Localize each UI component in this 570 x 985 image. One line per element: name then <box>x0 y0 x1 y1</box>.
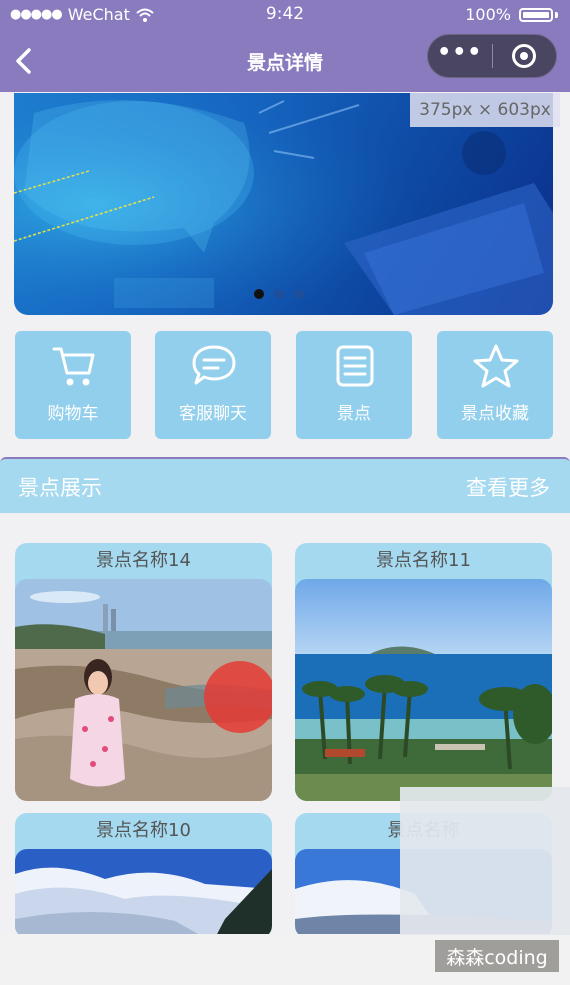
menu-label: 客服聊天 <box>179 404 247 424</box>
battery-tip <box>555 11 558 18</box>
navigation-bar: 景点详情 ••• <box>0 30 570 92</box>
spot-name: 景点名称11 <box>376 550 471 571</box>
menu-item-spots[interactable]: 景点 <box>296 331 412 439</box>
spot-photo <box>15 849 272 938</box>
spot-image <box>15 579 272 801</box>
close-miniprogram-button[interactable] <box>493 44 557 68</box>
menu-label: 景点 <box>337 404 371 424</box>
notepad-icon <box>336 345 374 387</box>
menu-item-favorites[interactable]: 景点收藏 <box>437 331 553 439</box>
menu-item-cart[interactable]: 购物车 <box>15 331 131 439</box>
view-more-link[interactable]: 查看更多 <box>466 472 550 502</box>
menu-label: 购物车 <box>47 404 99 424</box>
cart-icon <box>52 347 95 386</box>
indicator-dot[interactable] <box>254 289 264 299</box>
spot-photo <box>295 579 552 801</box>
spot-card[interactable]: 景点名称14 <box>15 543 272 801</box>
star-icon <box>473 344 519 388</box>
spot-card[interactable]: 景点名称11 <box>295 543 552 801</box>
watermark: 森森coding <box>435 940 559 972</box>
spot-name: 景点名称14 <box>96 550 191 571</box>
chat-icon <box>192 345 236 385</box>
section-title: 景点展示 <box>18 476 102 500</box>
spot-name: 景点名称10 <box>96 820 191 841</box>
indicator-dot[interactable] <box>274 289 284 299</box>
spot-card[interactable]: 景点名称10 <box>15 813 272 938</box>
status-right: 100% <box>465 5 558 24</box>
blur-overlay <box>400 787 570 935</box>
section-header: 景点展示 查看更多 <box>0 457 570 513</box>
menu-item-chat[interactable]: 客服聊天 <box>155 331 271 439</box>
spot-image <box>15 849 272 938</box>
status-bar: ●●●●● WeChat 9:42 100% <box>0 0 570 30</box>
banner-indicators <box>254 289 304 299</box>
size-tag: 375px × 603px <box>410 93 560 127</box>
spot-photo <box>15 579 272 801</box>
battery-icon <box>519 7 553 22</box>
battery-percent: 100% <box>465 5 511 24</box>
more-button[interactable]: ••• <box>428 42 492 64</box>
target-icon <box>512 44 537 68</box>
indicator-dot[interactable] <box>294 289 304 299</box>
spot-image <box>295 579 552 801</box>
menu-label: 景点收藏 <box>461 404 529 424</box>
capsule-menu: ••• <box>427 34 557 78</box>
